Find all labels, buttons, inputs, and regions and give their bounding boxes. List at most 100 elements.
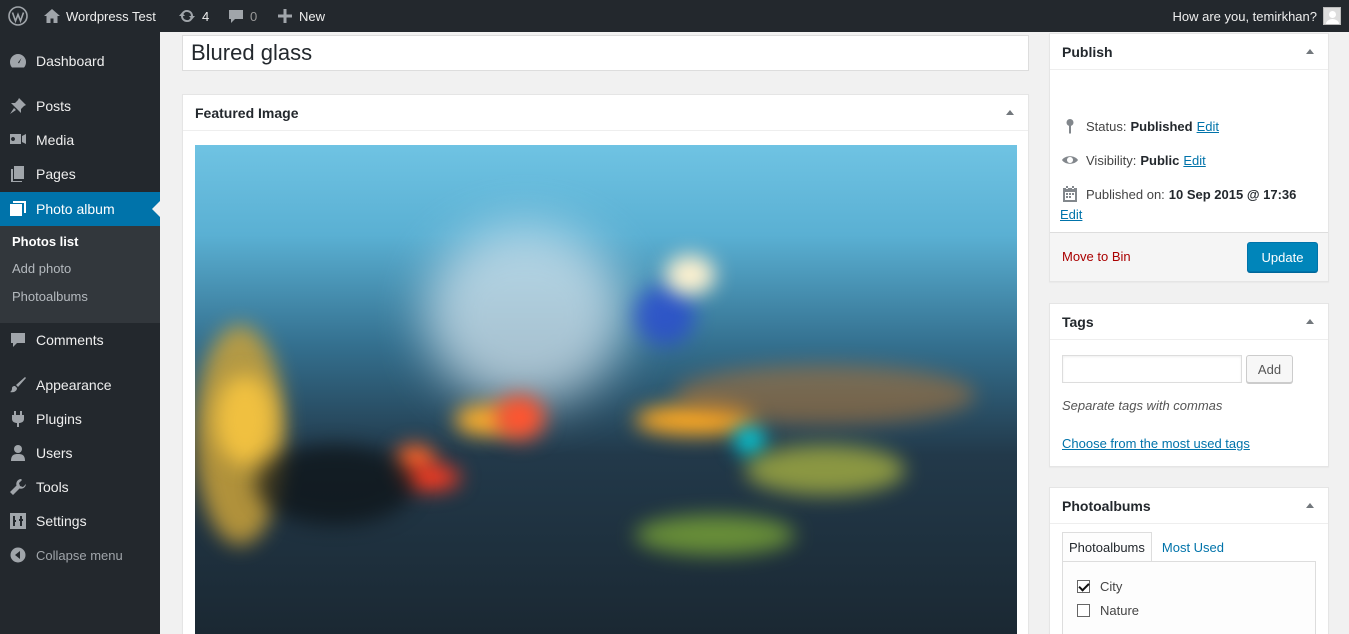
- pin-icon: [1066, 119, 1074, 134]
- featured-image-header[interactable]: Featured Image: [183, 95, 1028, 131]
- dashboard-icon: [0, 52, 36, 70]
- tags-heading: Tags: [1062, 313, 1094, 330]
- toggle-arrow-icon[interactable]: [1306, 49, 1314, 54]
- published-on-edit-row: Edit: [1060, 207, 1082, 222]
- photoalbums-tabs: Photoalbums Most Used: [1062, 532, 1230, 562]
- plugin-icon: [0, 410, 36, 428]
- collapse-menu-button[interactable]: Collapse menu: [0, 538, 160, 572]
- updates-count: 4: [202, 8, 210, 24]
- photo-album-submenu: Photos list Add photo Photoalbums: [0, 226, 160, 323]
- sidebar-item-media[interactable]: Media: [0, 123, 160, 157]
- toggle-arrow-icon[interactable]: [1006, 110, 1014, 115]
- site-name-label: Wordpress Test: [66, 8, 156, 24]
- status-value: Published: [1130, 118, 1193, 134]
- howdy-text: How are you, temirkhan?: [1172, 8, 1317, 24]
- paintbrush-icon: [0, 376, 36, 394]
- submenu-item-photos-list[interactable]: Photos list: [12, 234, 78, 249]
- site-name-link[interactable]: Wordpress Test: [44, 0, 156, 32]
- admin-sidebar: Dashboard Posts Media Pages Photo album …: [0, 32, 160, 634]
- featured-image-box: Featured Image: [182, 94, 1029, 634]
- avatar: [1323, 7, 1341, 25]
- my-account-link[interactable]: How are you, temirkhan?: [1172, 0, 1341, 32]
- tab-photoalbums[interactable]: Photoalbums: [1062, 532, 1152, 562]
- sidebar-item-users[interactable]: Users: [0, 436, 160, 470]
- photoalbums-list: City Nature: [1062, 561, 1316, 634]
- publish-actions: Move to Bin Update: [1050, 232, 1328, 281]
- plus-icon: [278, 9, 292, 23]
- updates-link[interactable]: 4: [178, 0, 209, 32]
- tags-hint: Separate tags with commas: [1062, 398, 1223, 413]
- sidebar-item-tools[interactable]: Tools: [0, 470, 160, 504]
- comment-bubble-icon: [229, 9, 243, 23]
- move-to-bin-link[interactable]: Move to Bin: [1062, 249, 1131, 264]
- submenu-item-photoalbums[interactable]: Photoalbums: [12, 289, 88, 304]
- most-used-tags-link[interactable]: Choose from the most used tags: [1062, 436, 1250, 451]
- new-content-link[interactable]: New: [278, 0, 325, 32]
- tab-most-used[interactable]: Most Used: [1152, 532, 1230, 562]
- sidebar-item-label: Users: [36, 445, 73, 461]
- category-label: City: [1100, 579, 1123, 594]
- photoalbums-box: Photoalbums Photoalbums Most Used City N…: [1049, 487, 1329, 634]
- submenu-item-add-photo[interactable]: Add photo: [12, 261, 71, 276]
- admin-bar: Wordpress Test 4 0 New How are you, temi…: [0, 0, 1349, 32]
- media-icon: [0, 131, 36, 149]
- sidebar-item-label: Appearance: [36, 377, 112, 393]
- publish-heading: Publish: [1062, 43, 1113, 60]
- sidebar-item-label: Tools: [36, 479, 69, 495]
- tag-input[interactable]: [1062, 355, 1242, 383]
- settings-icon: [0, 512, 36, 530]
- new-label: New: [299, 8, 326, 24]
- visibility-value: Public: [1140, 152, 1180, 168]
- sidebar-item-pages[interactable]: Pages: [0, 157, 160, 191]
- edit-date-link[interactable]: Edit: [1060, 207, 1082, 222]
- toggle-arrow-icon[interactable]: [1306, 319, 1314, 324]
- wrench-icon: [0, 478, 36, 496]
- toggle-arrow-icon[interactable]: [1306, 503, 1314, 508]
- wordpress-logo-icon[interactable]: [8, 0, 30, 32]
- checkbox[interactable]: [1077, 604, 1090, 617]
- tags-header[interactable]: Tags: [1050, 304, 1328, 340]
- featured-image[interactable]: [195, 145, 1017, 634]
- home-icon: [44, 9, 60, 23]
- sidebar-item-comments[interactable]: Comments: [0, 323, 160, 357]
- sidebar-item-label: Comments: [36, 332, 104, 348]
- add-tag-button[interactable]: Add: [1246, 355, 1293, 383]
- photo-album-icon: [0, 200, 36, 218]
- calendar-icon: [1063, 186, 1077, 202]
- sidebar-item-plugins[interactable]: Plugins: [0, 402, 160, 436]
- published-on-value: 10 Sep 2015 @ 17:36: [1168, 186, 1297, 202]
- tags-box: Tags Add Separate tags with commas Choos…: [1049, 303, 1329, 467]
- comment-icon: [0, 331, 36, 349]
- updates-icon: [179, 9, 195, 23]
- sidebar-item-label: Posts: [36, 98, 72, 114]
- photoalbums-heading: Photoalbums: [1062, 497, 1151, 514]
- photoalbums-header[interactable]: Photoalbums: [1050, 488, 1328, 524]
- visibility-row: Visibility: Public Edit: [1062, 152, 1206, 168]
- collapse-arrow-icon: [0, 547, 36, 563]
- update-button[interactable]: Update: [1247, 242, 1318, 272]
- sidebar-item-appearance[interactable]: Appearance: [0, 368, 160, 402]
- published-on-label: Published on:: [1086, 186, 1165, 202]
- visibility-label: Visibility:: [1086, 152, 1137, 168]
- category-city[interactable]: City: [1077, 579, 1122, 594]
- checkbox-checked[interactable]: [1077, 580, 1090, 593]
- edit-visibility-link[interactable]: Edit: [1183, 153, 1205, 168]
- pushpin-icon: [0, 97, 36, 115]
- sidebar-item-label: Dashboard: [36, 53, 105, 69]
- sidebar-item-label: Pages: [36, 166, 76, 182]
- sidebar-item-dashboard[interactable]: Dashboard: [0, 44, 160, 78]
- category-label: Nature: [1100, 603, 1140, 618]
- sidebar-item-label: Photo album: [36, 201, 115, 217]
- sidebar-item-settings[interactable]: Settings: [0, 504, 160, 538]
- post-status-row: Status: Published Edit: [1062, 118, 1219, 134]
- sidebar-item-photo-album[interactable]: Photo album: [0, 192, 160, 226]
- post-title-input[interactable]: Blured glass: [182, 35, 1029, 71]
- edit-status-link[interactable]: Edit: [1197, 119, 1219, 134]
- sidebar-item-label: Plugins: [36, 411, 82, 427]
- eye-icon: [1062, 156, 1078, 164]
- comments-link[interactable]: 0: [228, 0, 257, 32]
- users-icon: [0, 444, 36, 462]
- sidebar-item-posts[interactable]: Posts: [0, 89, 160, 123]
- category-nature[interactable]: Nature: [1077, 603, 1139, 618]
- publish-header[interactable]: Publish: [1050, 34, 1328, 70]
